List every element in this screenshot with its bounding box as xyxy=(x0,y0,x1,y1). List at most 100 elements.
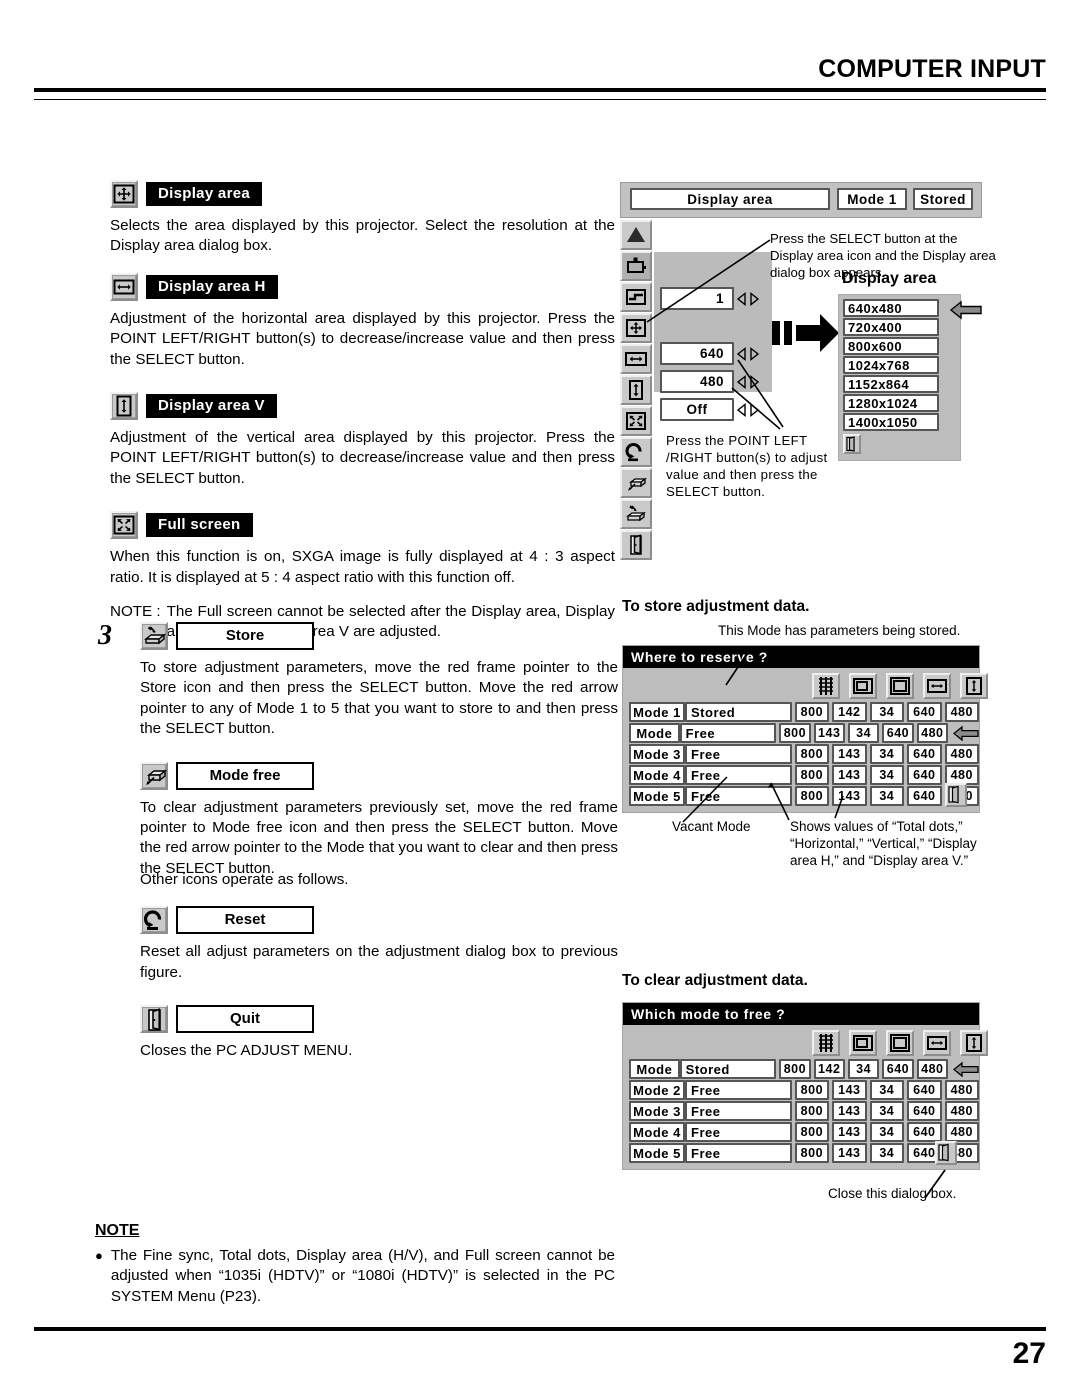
other-icons-column: Other icons operate as follows. Reset Re… xyxy=(140,870,618,1062)
table-row[interactable]: Mode 3 Free 800 143 34 640 480 xyxy=(629,1101,980,1121)
osd-fine-sync-row: 1 xyxy=(660,287,759,310)
vertical-value: 34 xyxy=(869,1143,905,1163)
full-screen-label: Full screen xyxy=(146,513,253,538)
full-screen-body: When this function is on, SXGA image is … xyxy=(110,548,615,586)
section-display-area-v: Display area V Adjustment of the vertica… xyxy=(110,392,615,489)
table-row[interactable]: Mode 1 Stored 800 142 34 640 480 xyxy=(629,702,980,722)
table-row[interactable]: Mode 1 Stored 800 142 34 640 480 xyxy=(629,1059,979,1094)
vertical-value: 34 xyxy=(869,786,905,806)
display-area-h-arrows-icon[interactable] xyxy=(737,346,759,361)
display-area-v-icon xyxy=(960,1030,988,1056)
full-screen-arrows-icon[interactable] xyxy=(737,402,759,417)
display-area-v-label: Display area V xyxy=(146,394,277,419)
vertical-icon xyxy=(886,1030,914,1056)
store-icon xyxy=(140,622,168,650)
fine-sync-arrows-icon[interactable] xyxy=(737,291,759,306)
reset-icon[interactable] xyxy=(620,437,652,467)
display-area-h-value: 640 xyxy=(907,786,942,806)
display-area-v-icon[interactable] xyxy=(620,375,652,405)
other-icons-intro: Other icons operate as follows. xyxy=(140,871,349,888)
left-column: Display area Selects the area displayed … xyxy=(110,180,615,643)
display-area-h-value[interactable]: 640 xyxy=(660,342,734,365)
full-screen-icon[interactable] xyxy=(620,406,652,436)
triangle-up-icon[interactable] xyxy=(620,220,652,250)
full-screen-icon xyxy=(110,511,138,540)
display-area-label: Display area xyxy=(146,182,262,206)
reset-label: Reset xyxy=(176,906,314,935)
horizontal-value: 143 xyxy=(832,744,867,764)
section-quit: Quit Closes the PC ADJUST MENU. xyxy=(140,1005,618,1061)
where-to-reserve-title: Where to reserve ? xyxy=(623,646,979,668)
display-area-option[interactable]: 1400x1050 xyxy=(843,413,939,431)
pc-system-icon[interactable] xyxy=(620,251,652,281)
vertical-value: 34 xyxy=(869,1122,905,1142)
callout-press-point: Press the POINT LEFT /RIGHT button(s) to… xyxy=(666,433,828,499)
total-dots-value: 800 xyxy=(794,1143,830,1163)
display-area-h-icon[interactable] xyxy=(620,344,652,374)
table-row[interactable]: Mode 2 Free 800 143 34 640 480 xyxy=(629,1080,980,1100)
vertical-value: 34 xyxy=(869,765,905,785)
display-area-option[interactable]: 800x600 xyxy=(843,337,939,355)
fine-sync-value[interactable]: 1 xyxy=(660,287,734,310)
table-row[interactable]: Mode 4 Free 800 143 34 640 480 xyxy=(629,1122,980,1142)
store-body: To store adjustment parameters, move the… xyxy=(140,659,618,738)
mode-status: Free xyxy=(685,744,792,764)
store-label: Store xyxy=(176,622,314,650)
mode-status: Free xyxy=(679,723,777,743)
selection-pointer-icon xyxy=(952,725,979,742)
which-mode-to-free-title: Which mode to free ? xyxy=(623,1003,979,1025)
table-row[interactable]: Mode 3 Free 800 143 34 640 480 xyxy=(629,744,980,764)
display-area-body: Selects the area displayed by this proje… xyxy=(110,217,615,255)
table-row[interactable]: Mode 5 Free 800 143 34 640 480 xyxy=(629,786,980,806)
display-area-option[interactable]: 1280x1024 xyxy=(843,394,939,412)
quit-icon[interactable] xyxy=(945,783,967,807)
total-dots-value: 800 xyxy=(794,786,830,806)
quit-icon xyxy=(140,1005,168,1034)
display-area-v-value[interactable]: 480 xyxy=(660,370,734,393)
display-area-dialog: 640x480 720x400 800x600 1024x768 1152x86… xyxy=(838,294,961,461)
where-to-reserve-dialog: Where to reserve ? Mode 1 Stored 800 142… xyxy=(622,645,988,813)
display-area-h-icon xyxy=(923,673,951,699)
fine-sync-icon[interactable] xyxy=(620,282,652,312)
display-area-h-icon xyxy=(923,1030,951,1056)
mode-label: Mode 1 xyxy=(629,1059,680,1094)
display-area-option[interactable]: 640x480 xyxy=(843,299,939,317)
table-row[interactable]: Mode 4 Free 800 143 34 640 480 xyxy=(629,765,980,785)
display-area-option[interactable]: 720x400 xyxy=(843,318,939,336)
mode-label: Mode 1 xyxy=(629,702,685,722)
mode-free-icon[interactable] xyxy=(620,468,652,498)
display-area-v-value: 480 xyxy=(916,723,948,743)
vertical-value: 34 xyxy=(869,702,905,722)
quit-icon[interactable] xyxy=(620,530,652,560)
reset-body: Reset all adjust parameters on the adjus… xyxy=(140,943,618,981)
osd-display-area-v-row: 480 xyxy=(660,370,759,393)
mode-free-body: To clear adjustment parameters previousl… xyxy=(140,798,618,877)
table-row[interactable]: Mode 5 Free 800 143 34 640 480 xyxy=(629,1143,980,1163)
display-area-icon[interactable] xyxy=(620,313,652,343)
quit-body: Closes the PC ADJUST MENU. xyxy=(140,1042,353,1060)
display-area-v-value: 480 xyxy=(944,1122,980,1142)
total-dots-icon xyxy=(812,1030,840,1056)
quit-label: Quit xyxy=(176,1005,314,1034)
display-area-v-arrows-icon[interactable] xyxy=(737,374,759,389)
mode-label: Mode 3 xyxy=(629,744,685,764)
display-area-v-value: 480 xyxy=(944,744,980,764)
flow-arrow-icon xyxy=(772,310,840,356)
horizontal-icon xyxy=(849,1030,877,1056)
section-display-area: Display area Selects the area displayed … xyxy=(110,180,615,257)
horizontal-icon xyxy=(849,673,877,699)
selection-pointer-icon xyxy=(952,1061,979,1078)
vertical-value: 34 xyxy=(869,1080,905,1100)
horizontal-value: 143 xyxy=(832,1080,867,1100)
quit-icon[interactable] xyxy=(935,1141,957,1165)
display-area-option[interactable]: 1152x864 xyxy=(843,375,939,393)
horizontal-value: 143 xyxy=(832,1143,867,1163)
display-area-option[interactable]: 1024x768 xyxy=(843,356,939,374)
mode-status: Stored xyxy=(679,1059,777,1079)
display-area-v-value: 480 xyxy=(944,702,980,722)
store-icon[interactable] xyxy=(620,499,652,529)
table-row[interactable]: Mode 2 Free 800 143 34 640 480 xyxy=(629,723,979,758)
section-display-area-h: Display area H Adjustment of the horizon… xyxy=(110,272,615,370)
section-mode-free: Mode free To clear adjustment parameters… xyxy=(140,761,618,880)
full-screen-value[interactable]: Off xyxy=(660,398,734,421)
